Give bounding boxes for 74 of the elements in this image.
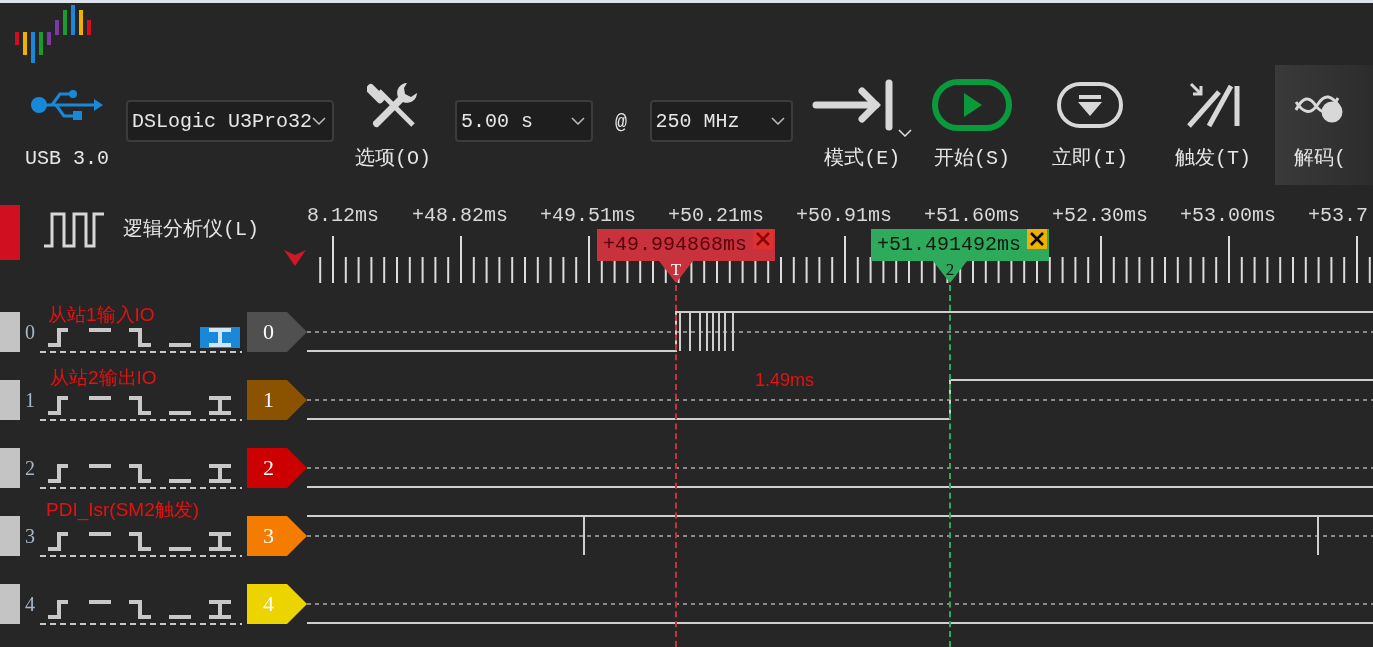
any-edge-icon: [207, 532, 233, 551]
frequency-select[interactable]: 250 MHz: [649, 100, 794, 142]
time-label: +53.7: [1308, 204, 1369, 228]
dropdown-triangle-icon[interactable]: [284, 250, 306, 266]
channel-badge[interactable]: 1: [247, 380, 307, 420]
time-label: +51.60ms: [924, 204, 1021, 228]
high-level-icon: [87, 532, 113, 536]
group-title[interactable]: 逻辑分析仪(L): [123, 218, 259, 242]
channel-index: 2: [24, 456, 36, 481]
falling-edge-icon: [127, 532, 153, 551]
channel-index: 0: [24, 320, 36, 345]
channel-handle[interactable]: [0, 312, 20, 352]
instant-button[interactable]: 立即(I): [1048, 65, 1131, 185]
at-sign: @: [614, 111, 628, 134]
logo-icon: [14, 5, 94, 63]
device-select[interactable]: DSLogic U3Pro32: [125, 100, 334, 142]
high-level-icon: [87, 328, 113, 332]
time-label: +52.30ms: [1052, 204, 1149, 228]
caret-icon[interactable]: [898, 129, 913, 137]
time-label: +50.21ms: [668, 204, 765, 228]
cursor-line[interactable]: [675, 285, 677, 647]
any-edge-icon: [207, 600, 233, 619]
start-button[interactable]: 开始(S): [930, 65, 1013, 185]
group-color-bar: [0, 205, 20, 260]
time-label: 8.12ms: [307, 204, 380, 228]
chevron-icon: [570, 117, 585, 125]
chevron-icon: [771, 117, 786, 125]
any-edge-icon: [207, 464, 233, 483]
channel-index: 4: [24, 592, 36, 617]
low-level-icon: [167, 547, 193, 551]
low-level-icon: [167, 479, 193, 483]
cursor-time-label[interactable]: +51.491492ms: [871, 229, 1049, 261]
mode-button[interactable]: 模式(E): [811, 65, 913, 185]
falling-edge-icon: [127, 464, 153, 483]
any-edge-icon: [207, 328, 233, 347]
channel-badge[interactable]: 0: [247, 312, 307, 352]
channel-handle[interactable]: [0, 380, 20, 420]
annotation-text: 1.49ms: [755, 370, 815, 392]
cursor-handle[interactable]: 2: [933, 261, 967, 283]
trigger-button[interactable]: 触发(T): [1171, 65, 1254, 185]
options-button[interactable]: 选项(O): [351, 65, 434, 185]
falling-edge-icon: [127, 328, 153, 347]
channel-handle[interactable]: [0, 584, 20, 624]
channel-badge[interactable]: 2: [247, 448, 307, 488]
any-edge-icon: [207, 396, 233, 415]
high-level-icon: [87, 396, 113, 400]
falling-edge-icon: [127, 396, 153, 415]
cursor-handle[interactable]: T: [659, 261, 693, 283]
time-label: +53.00ms: [1180, 204, 1277, 228]
time-label: +48.82ms: [412, 204, 509, 228]
close-icon[interactable]: [1027, 229, 1047, 249]
annotation-text: PDI_Isr(SM2触发): [46, 499, 200, 522]
low-level-icon: [167, 411, 193, 415]
low-level-icon: [167, 343, 193, 347]
play-icon: [931, 79, 1012, 131]
channel-index: 1: [24, 388, 36, 413]
square-wave-icon: [42, 212, 106, 248]
arrow-to-bar-icon: [812, 79, 895, 131]
channel-index: 3: [24, 524, 36, 549]
channel-handle[interactable]: [0, 448, 20, 488]
time-label: +50.91ms: [796, 204, 893, 228]
channel-handle[interactable]: [0, 516, 20, 556]
annotation-text: 从站1输入IO: [48, 304, 155, 327]
duration-select[interactable]: 5.00 s: [454, 100, 593, 142]
high-level-icon: [87, 464, 113, 468]
cursor-line[interactable]: [949, 285, 951, 647]
chevron-icon: [311, 117, 326, 125]
connection-label: USB 3.0: [24, 147, 109, 171]
time-label: +49.51ms: [540, 204, 637, 228]
decode-button[interactable]: 解码(: [1274, 65, 1373, 185]
high-level-icon: [87, 600, 113, 604]
low-level-icon: [167, 615, 193, 619]
falling-edge-icon: [127, 600, 153, 619]
annotation-text: 从站2输出IO: [50, 367, 157, 390]
